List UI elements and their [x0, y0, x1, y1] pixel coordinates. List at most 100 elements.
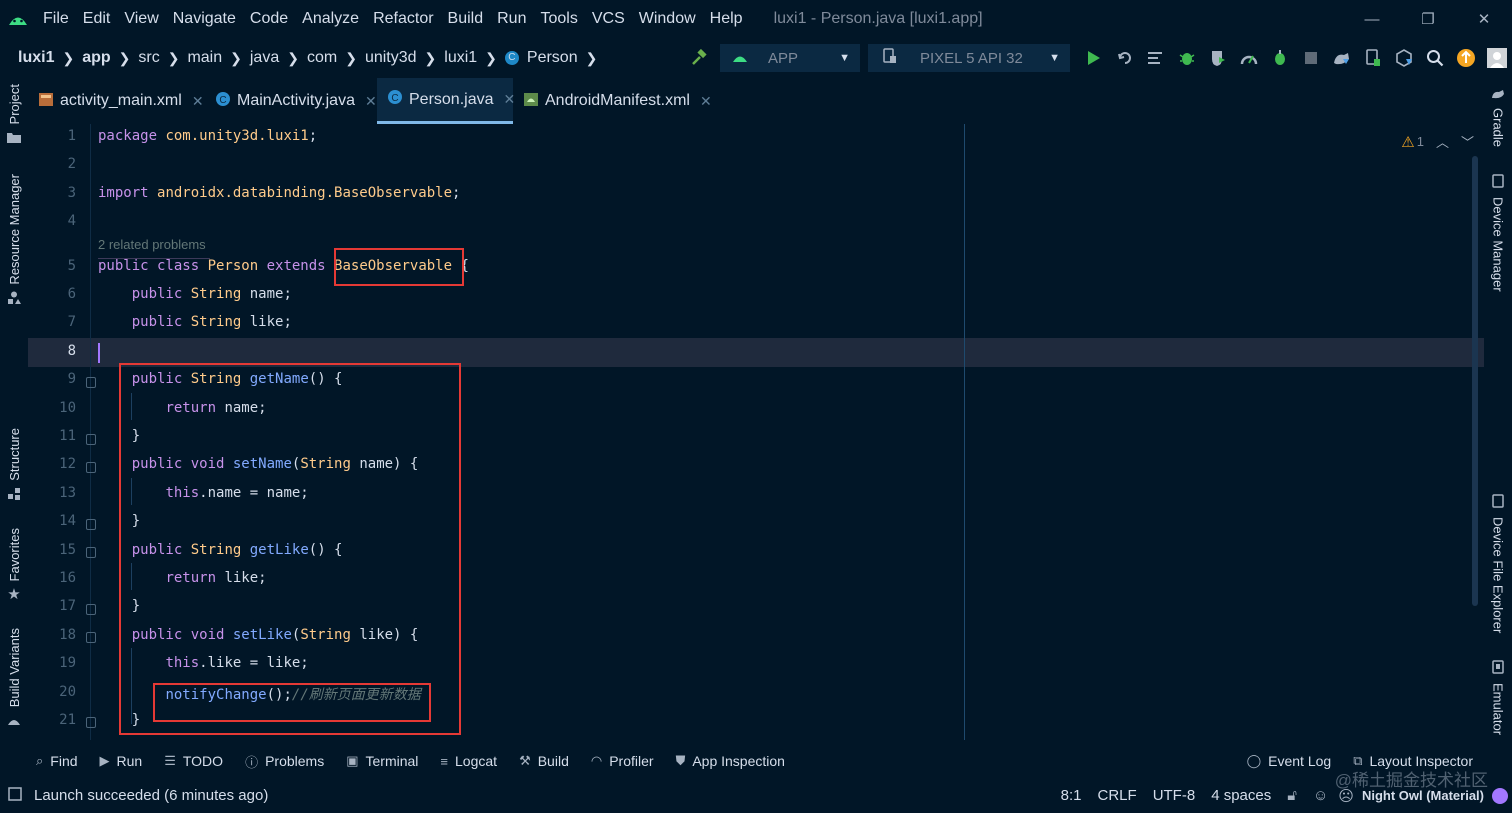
sync-gradle-icon[interactable]: [1326, 38, 1357, 78]
line-number[interactable]: 17: [28, 598, 76, 614]
account-avatar-icon[interactable]: [1481, 38, 1512, 78]
update-icon[interactable]: [1450, 38, 1481, 78]
menu-view[interactable]: View: [117, 10, 165, 28]
tab-main-activity-java[interactable]: C MainActivity.java ✕: [205, 78, 377, 124]
inspection-widget[interactable]: ⚠ 1 ︿ ﹀: [1401, 132, 1474, 151]
breadcrumb-item[interactable]: app: [82, 49, 110, 67]
fold-marker[interactable]: [86, 462, 96, 473]
line-separator[interactable]: CRLF: [1098, 787, 1137, 804]
apply-changes-icon[interactable]: [1109, 38, 1140, 78]
code-editor[interactable]: 1 package com.unity3d.luxi1; 2 3 import andr…: [28, 124, 1484, 740]
fold-marker[interactable]: [86, 604, 96, 615]
tab-activity-main-xml[interactable]: activity_main.xml ✕: [28, 78, 205, 124]
close-icon[interactable]: ✕: [192, 93, 204, 110]
code-line[interactable]: package com.unity3d.luxi1;: [98, 128, 317, 144]
menu-build[interactable]: Build: [441, 10, 491, 28]
device-select[interactable]: PIXEL 5 API 32 ▼: [868, 44, 1070, 72]
line-number[interactable]: 18: [28, 627, 76, 643]
line-number[interactable]: 7: [28, 314, 76, 330]
line-number[interactable]: 5: [28, 258, 76, 274]
run-icon[interactable]: [1078, 38, 1109, 78]
tool-tab-device-file-explorer[interactable]: Device File Explorer: [1484, 494, 1512, 633]
restore-icon[interactable]: ❐: [1400, 0, 1456, 38]
sdk-manager-icon[interactable]: [1388, 38, 1419, 78]
menu-file[interactable]: File: [36, 10, 76, 28]
fold-marker[interactable]: [86, 632, 96, 643]
tool-tab-favorites[interactable]: Favorites ★: [0, 528, 28, 603]
fold-marker[interactable]: [86, 547, 96, 558]
run-config-select[interactable]: APP ▼: [720, 44, 860, 72]
breadcrumb-item[interactable]: Person: [527, 49, 578, 67]
minimize-icon[interactable]: —: [1344, 0, 1400, 38]
line-number[interactable]: 14: [28, 513, 76, 529]
line-number[interactable]: 19: [28, 655, 76, 671]
menu-window[interactable]: Window: [632, 10, 703, 28]
debug-icon[interactable]: [1171, 38, 1202, 78]
caret-position[interactable]: 8:1: [1061, 787, 1082, 804]
menu-run[interactable]: Run: [490, 10, 533, 28]
line-number[interactable]: 1: [28, 128, 76, 144]
tool-tab-device-manager[interactable]: Device Manager: [1484, 174, 1512, 292]
lock-icon[interactable]: 🔓︎: [1287, 787, 1297, 804]
fold-marker[interactable]: [86, 717, 96, 728]
tool-tab-build-variants[interactable]: Build Variants: [0, 628, 28, 731]
related-problems-hint[interactable]: 2 related problems: [98, 237, 206, 252]
panel-toggle-icon[interactable]: [8, 786, 22, 805]
tool-window-terminal[interactable]: ▣ Terminal: [335, 752, 429, 771]
breadcrumb-item[interactable]: luxi1: [444, 49, 477, 67]
line-number[interactable]: 3: [28, 185, 76, 201]
line-number[interactable]: 6: [28, 286, 76, 302]
breadcrumb-item[interactable]: luxi1: [18, 49, 54, 67]
menu-code[interactable]: Code: [243, 10, 295, 28]
search-icon[interactable]: [1419, 38, 1450, 78]
menu-help[interactable]: Help: [703, 10, 750, 28]
chevron-down-icon[interactable]: ﹀: [1461, 132, 1474, 151]
device-manager-icon[interactable]: [1357, 38, 1388, 78]
tool-window-profiler[interactable]: ◠ Profiler: [580, 752, 665, 771]
status-message[interactable]: Launch succeeded (6 minutes ago): [34, 787, 268, 804]
line-number[interactable]: 16: [28, 570, 76, 586]
tab-person-java[interactable]: C Person.java ✕: [377, 78, 515, 124]
tool-window-problems[interactable]: ⓘ Problems: [234, 752, 335, 771]
smiley-icon[interactable]: ☺︎: [1313, 787, 1328, 804]
close-icon[interactable]: ✕: [365, 93, 377, 110]
breadcrumb-item[interactable]: main: [187, 49, 222, 67]
fold-marker[interactable]: [86, 434, 96, 445]
tool-window-run[interactable]: ▶ Run: [89, 752, 154, 771]
line-number[interactable]: 9: [28, 371, 76, 387]
line-number[interactable]: 10: [28, 400, 76, 416]
close-icon[interactable]: ✕: [700, 93, 712, 110]
tool-tab-resource-manager[interactable]: Resource Manager: [0, 174, 28, 310]
tool-window-app-inspection[interactable]: ⛊ App Inspection: [665, 752, 796, 771]
fold-marker[interactable]: [86, 377, 96, 388]
menu-vcs[interactable]: VCS: [585, 10, 632, 28]
line-number[interactable]: 21: [28, 712, 76, 728]
breadcrumb-item[interactable]: com: [307, 49, 337, 67]
attach-debugger-icon[interactable]: [1264, 38, 1295, 78]
line-number[interactable]: 4: [28, 213, 76, 229]
indent-setting[interactable]: 4 spaces: [1211, 787, 1271, 804]
menu-tools[interactable]: Tools: [533, 10, 584, 28]
breadcrumb-item[interactable]: java: [250, 49, 279, 67]
line-number[interactable]: 12: [28, 456, 76, 472]
tool-tab-gradle[interactable]: Gradle: [1484, 86, 1512, 147]
line-number[interactable]: 13: [28, 485, 76, 501]
line-number[interactable]: 11: [28, 428, 76, 444]
tool-tab-structure[interactable]: Structure: [0, 428, 28, 505]
stop-icon[interactable]: [1295, 38, 1326, 78]
menu-navigate[interactable]: Navigate: [166, 10, 243, 28]
breadcrumb-item[interactable]: src: [138, 49, 159, 67]
fold-marker[interactable]: [86, 519, 96, 530]
chevron-up-icon[interactable]: ︿: [1436, 132, 1449, 151]
vertical-scrollbar[interactable]: [1472, 156, 1478, 606]
menu-edit[interactable]: Edit: [76, 10, 118, 28]
line-number[interactable]: 20: [28, 684, 76, 700]
breadcrumb-item[interactable]: unity3d: [365, 49, 417, 67]
profiler-icon[interactable]: [1233, 38, 1264, 78]
code-line[interactable]: public String name;: [98, 286, 292, 302]
apply-code-changes-icon[interactable]: [1140, 38, 1171, 78]
line-number[interactable]: 15: [28, 542, 76, 558]
tool-tab-project[interactable]: Project: [0, 84, 28, 148]
tool-window-find[interactable]: ⌕ Find: [25, 752, 89, 771]
code-line[interactable]: import androidx.databinding.BaseObservab…: [98, 185, 460, 201]
